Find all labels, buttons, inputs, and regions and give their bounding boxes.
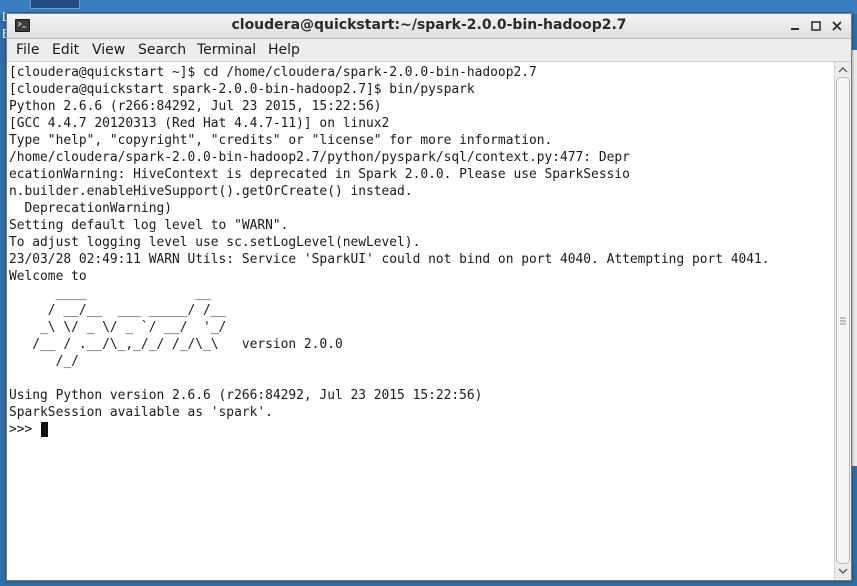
desktop-icon-tile[interactable] (30, 0, 80, 9)
terminal-line: [cloudera@quickstart ~]$ cd /home/cloude… (9, 65, 537, 80)
terminal-line: To adjust logging level use sc.setLogLev… (9, 235, 421, 250)
menu-bar: File Edit View Search Terminal Help (7, 39, 851, 62)
spark-logo-line: _\ \/ _ \/ _ `/ __/ '_/ (9, 320, 227, 335)
terminal-line: ecationWarning: HiveContext is deprecate… (9, 167, 630, 182)
close-icon (832, 21, 842, 31)
terminal-line: Type "help", "copyright", "credits" or "… (9, 133, 553, 148)
terminal-line: Setting default log level to "WARN". (9, 218, 289, 233)
terminal-line: [cloudera@quickstart spark-2.0.0-bin-had… (9, 82, 475, 97)
terminal-line: n.builder.enableHiveSupport().getOrCreat… (9, 184, 413, 199)
terminal-line: 23/03/28 02:49:11 WARN Utils: Service 'S… (9, 252, 770, 267)
terminal-line: Python 2.6.6 (r266:84292, Jul 23 2015, 1… (9, 99, 382, 114)
close-button[interactable] (828, 17, 846, 35)
menu-edit[interactable]: Edit (52, 42, 79, 58)
scroll-grip-icon (840, 317, 846, 325)
scroll-thumb[interactable] (836, 77, 850, 564)
menu-file[interactable]: File (16, 42, 39, 58)
scroll-up-icon[interactable] (837, 64, 849, 76)
minimize-icon (791, 28, 799, 30)
terminal-output[interactable]: [cloudera@quickstart ~]$ cd /home/cloude… (7, 62, 834, 580)
spark-logo-line: /_/ (9, 354, 79, 369)
spark-logo-line: ____ __ (9, 286, 211, 301)
terminal-line: /home/cloudera/spark-2.0.0-bin-hadoop2.7… (9, 150, 630, 165)
terminal-line: Welcome to (9, 269, 87, 284)
scroll-down-icon[interactable] (837, 565, 849, 577)
terminal-line: SparkSession available as 'spark'. (9, 405, 273, 420)
spark-logo-line: / __/__ ___ _____/ /__ (9, 303, 227, 318)
prompt-line: >>> (9, 422, 41, 437)
desktop-background (0, 0, 857, 14)
vertical-scrollbar[interactable] (834, 62, 851, 580)
spark-logo-line: /__ / .__/\_,_/_/ /_/\_\ version 2.0.0 (9, 337, 343, 352)
terminal-window: cloudera@quickstart:~/spark-2.0.0-bin-ha… (6, 13, 852, 581)
menu-terminal[interactable]: Terminal (197, 42, 256, 58)
terminal-line: DeprecationWarning) (9, 201, 172, 216)
window-title: cloudera@quickstart:~/spark-2.0.0-bin-ha… (231, 17, 627, 33)
terminal-line: Using Python version 2.6.6 (r266:84292, … (9, 388, 483, 403)
title-bar[interactable]: cloudera@quickstart:~/spark-2.0.0-bin-ha… (7, 14, 851, 39)
minimize-button[interactable] (786, 17, 804, 35)
menu-help[interactable]: Help (268, 42, 300, 58)
terminal-line: [GCC 4.4.7 20120313 (Red Hat 4.4.7-11)] … (9, 116, 390, 131)
menu-search[interactable]: Search (138, 42, 186, 58)
text-cursor (41, 422, 48, 437)
maximize-button[interactable] (807, 17, 825, 35)
menu-view[interactable]: View (92, 42, 125, 58)
maximize-icon (811, 21, 821, 31)
